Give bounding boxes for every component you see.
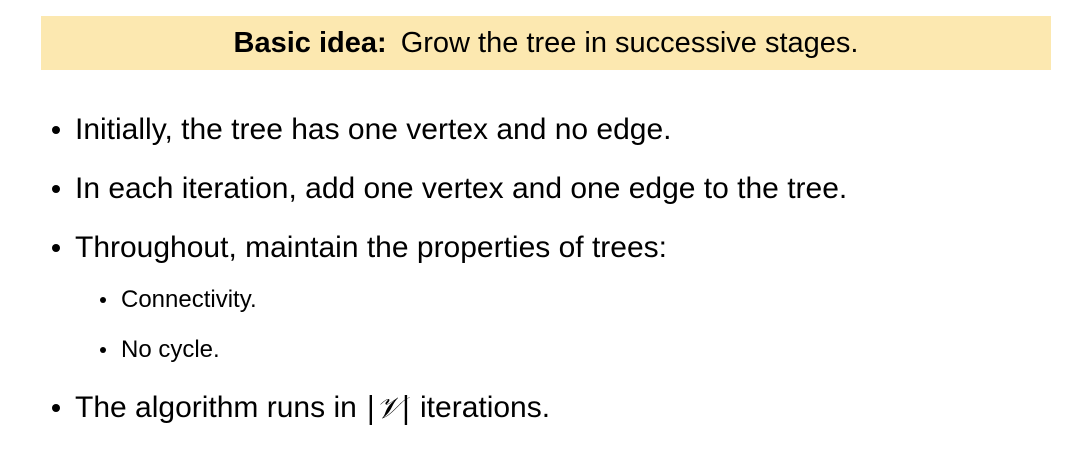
sub-bullet-dot-icon — [100, 297, 106, 303]
bullet-text-before: The algorithm runs in — [75, 391, 357, 424]
bullet-text: Throughout, maintain the properties of t… — [75, 231, 668, 264]
bullet-text-after: iterations. — [420, 391, 551, 424]
vertex-set-cardinality: |𝒱| — [365, 390, 412, 426]
bullet-dot-icon — [52, 126, 60, 134]
bullet-item-each-iteration: In each iteration, add one vertex and on… — [52, 169, 847, 209]
bullet-dot-icon — [52, 185, 60, 193]
sub-bullet-text: No cycle. — [121, 336, 220, 363]
bullet-list: Initially, the tree has one vertex and n… — [0, 0, 1081, 449]
sub-bullet-dot-icon — [100, 347, 106, 353]
bullet-item-initially: Initially, the tree has one vertex and n… — [52, 110, 672, 150]
bullet-item-algorithm-runs: The algorithm runs in |𝒱| iterations. — [52, 388, 550, 428]
bullet-text: Initially, the tree has one vertex and n… — [75, 113, 672, 146]
bullet-dot-icon — [52, 244, 60, 252]
sub-bullet-item-no-cycle: No cycle. — [100, 334, 220, 366]
bullet-text: In each iteration, add one vertex and on… — [75, 172, 848, 205]
bullet-item-throughout: Throughout, maintain the properties of t… — [52, 228, 667, 268]
sub-bullet-text: Connectivity. — [121, 286, 257, 313]
sub-bullet-item-connectivity: Connectivity. — [100, 284, 257, 316]
bullet-dot-icon — [52, 404, 60, 412]
